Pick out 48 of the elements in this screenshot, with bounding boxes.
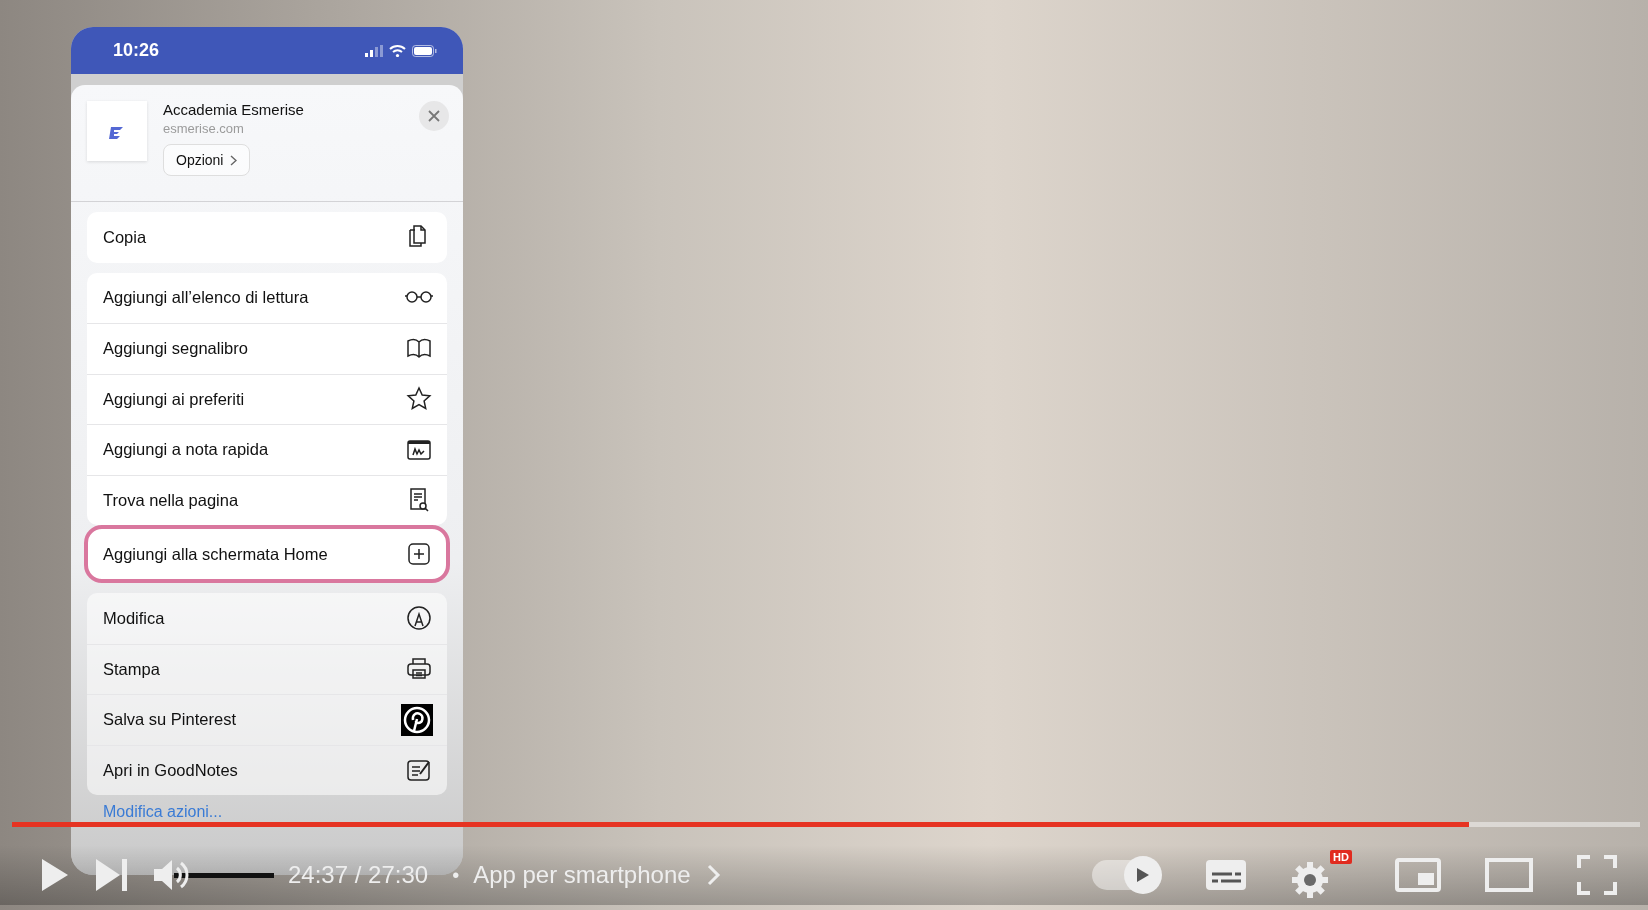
signal-icon — [365, 44, 383, 57]
settings-button[interactable]: HD — [1290, 850, 1352, 900]
speaker-icon — [152, 857, 190, 893]
subtitles-icon — [1204, 857, 1248, 893]
skip-next-icon — [94, 857, 128, 893]
site-title: Accademia Esmerise — [163, 101, 304, 118]
menu-item[interactable]: Aggiungi all’elenco di lettura — [87, 272, 447, 323]
chevron-right-icon — [230, 154, 238, 166]
site-domain: esmerise.com — [163, 121, 244, 136]
wifi-icon — [389, 44, 406, 57]
menu-item[interactable]: Copia — [87, 212, 447, 263]
play-icon — [40, 857, 70, 893]
menu-item[interactable]: Stampa — [87, 643, 447, 694]
time-display: 24:37 / 27:30 — [288, 861, 429, 889]
pin-logo-icon — [401, 703, 433, 736]
subtitles-button[interactable] — [1204, 857, 1248, 893]
menu-item[interactable]: Aggiungi ai preferiti — [87, 373, 447, 424]
menu-item[interactable]: Apri in GoodNotes — [87, 744, 447, 795]
miniplayer-button[interactable] — [1394, 857, 1442, 893]
play-button[interactable] — [40, 857, 70, 893]
menu-item[interactable]: Aggiungi alla schermata Home — [84, 525, 450, 583]
fullscreen-button[interactable] — [1576, 854, 1618, 896]
progress-bar[interactable] — [12, 822, 1640, 827]
menu-item[interactable]: Modifica — [87, 593, 447, 644]
menu-item[interactable]: Aggiungi a nota rapida — [87, 424, 447, 475]
close-button[interactable] — [419, 101, 449, 131]
status-time: 10:26 — [113, 40, 160, 61]
add-square-icon — [405, 540, 433, 568]
menu-item[interactable]: Aggiungi segnalibro — [87, 323, 447, 374]
options-button[interactable]: Opzioni — [163, 144, 251, 176]
settings-icon — [1290, 860, 1330, 900]
chevron-right-icon — [706, 864, 721, 886]
separator-dot: • — [452, 863, 460, 887]
miniplayer-icon — [1394, 857, 1442, 893]
battery-icon — [412, 44, 437, 57]
hd-badge: HD — [1330, 850, 1352, 864]
mute-button[interactable] — [152, 857, 190, 893]
menu-item[interactable]: Salva su Pinterest — [87, 694, 447, 745]
wide-rectangle-icon — [1484, 857, 1534, 893]
next-button[interactable] — [94, 857, 128, 893]
volume-slider[interactable] — [174, 872, 274, 878]
pen-circle-icon — [405, 604, 433, 633]
fullscreen-icon — [1576, 854, 1618, 896]
close-icon — [428, 110, 440, 122]
play-icon — [1136, 867, 1150, 883]
autoplay-toggle[interactable] — [1092, 856, 1162, 894]
site-logo-icon — [87, 101, 147, 161]
theater-mode-button[interactable] — [1484, 857, 1534, 893]
